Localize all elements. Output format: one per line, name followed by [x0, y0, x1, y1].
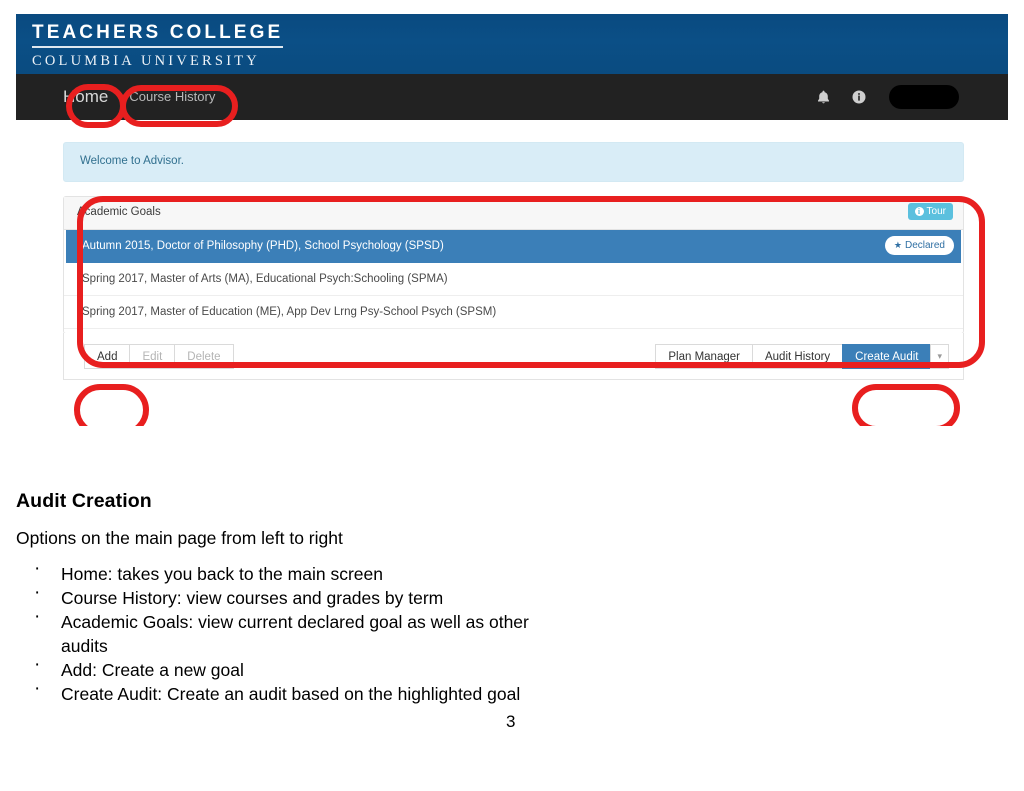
- list-item: Academic Goals: view current declared go…: [16, 605, 556, 658]
- goal-label: Autumn 2015, Doctor of Philosophy (PHD),…: [82, 240, 444, 252]
- page-number: 3: [506, 712, 516, 731]
- audit-history-button[interactable]: Audit History: [751, 344, 844, 369]
- welcome-alert: Welcome to Advisor.: [63, 142, 964, 182]
- panel-header: Academic Goals i Tour: [64, 197, 963, 230]
- list-item[interactable]: Spring 2017, Master of Arts (MA), Educat…: [64, 263, 963, 296]
- app-content: Welcome to Advisor. Academic Goals i Tou…: [16, 120, 1008, 426]
- brand-header: TEACHERS COLLEGE COLUMBIA UNIVERSITY: [16, 14, 1008, 74]
- info-icon[interactable]: [849, 87, 869, 107]
- navbar-utility: [813, 74, 959, 120]
- list-item: Course History: view courses and grades …: [16, 581, 556, 610]
- goal-edit-button-group: Add Edit Delete: [84, 344, 234, 369]
- status-badge: ★ Declared: [884, 236, 954, 255]
- navbar-links: Home Course History: [54, 74, 225, 120]
- brand-title-teachers-college: TEACHERS COLLEGE: [32, 22, 284, 48]
- plan-manager-button[interactable]: Plan Manager: [655, 344, 753, 369]
- add-button[interactable]: Add: [84, 344, 131, 369]
- brand-wordmark: TEACHERS COLLEGE COLUMBIA UNIVERSITY: [32, 22, 284, 72]
- list-item[interactable]: Autumn 2015, Doctor of Philosophy (PHD),…: [66, 230, 961, 263]
- slide-heading: Audit Creation: [16, 490, 152, 512]
- panel-action-bar: Add Edit Delete Plan Manager Audit Histo…: [63, 333, 964, 380]
- info-icon: i: [914, 207, 924, 216]
- star-icon: ★: [893, 240, 902, 250]
- nav-item-course-history[interactable]: Course History: [119, 83, 225, 111]
- delete-button[interactable]: Delete: [174, 344, 234, 369]
- list-item[interactable]: Spring 2017, Master of Education (ME), A…: [64, 296, 963, 329]
- status-badge-label: Declared: [904, 240, 945, 251]
- page-title: Academic Goals: [77, 206, 161, 218]
- tour-button-label: Tour: [926, 206, 946, 217]
- list-item: Add: Create a new goal: [16, 653, 556, 682]
- bell-icon[interactable]: [813, 87, 833, 107]
- embedded-screenshot: TEACHERS COLLEGE COLUMBIA UNIVERSITY Hom…: [16, 14, 1008, 426]
- list-item: Create Audit: Create an audit based on t…: [16, 677, 556, 706]
- navbar: Home Course History: [16, 74, 1008, 120]
- tour-button[interactable]: i Tour: [907, 203, 953, 220]
- chevron-down-icon[interactable]: ▾: [930, 344, 949, 369]
- audit-button-group: Plan Manager Audit History Create Audit …: [655, 344, 949, 369]
- create-audit-button[interactable]: Create Audit: [842, 344, 932, 369]
- list-item: Home: takes you back to the main screen: [16, 557, 556, 586]
- brand-subtitle-columbia-university: COLUMBIA UNIVERSITY: [32, 53, 260, 69]
- slide-intro-text: Options on the main page from left to ri…: [16, 528, 343, 548]
- edit-button[interactable]: Edit: [129, 344, 176, 369]
- welcome-alert-text: Welcome to Advisor.: [80, 155, 184, 167]
- account-menu-redacted[interactable]: [889, 85, 959, 109]
- slide-bullet-list: Home: takes you back to the main screen …: [16, 557, 556, 706]
- academic-goals-panel: Academic Goals i Tour Autumn 2015, Docto…: [63, 196, 964, 352]
- goal-label: Spring 2017, Master of Arts (MA), Educat…: [82, 273, 448, 285]
- goal-label: Spring 2017, Master of Education (ME), A…: [82, 306, 497, 318]
- nav-item-home[interactable]: Home: [54, 85, 117, 109]
